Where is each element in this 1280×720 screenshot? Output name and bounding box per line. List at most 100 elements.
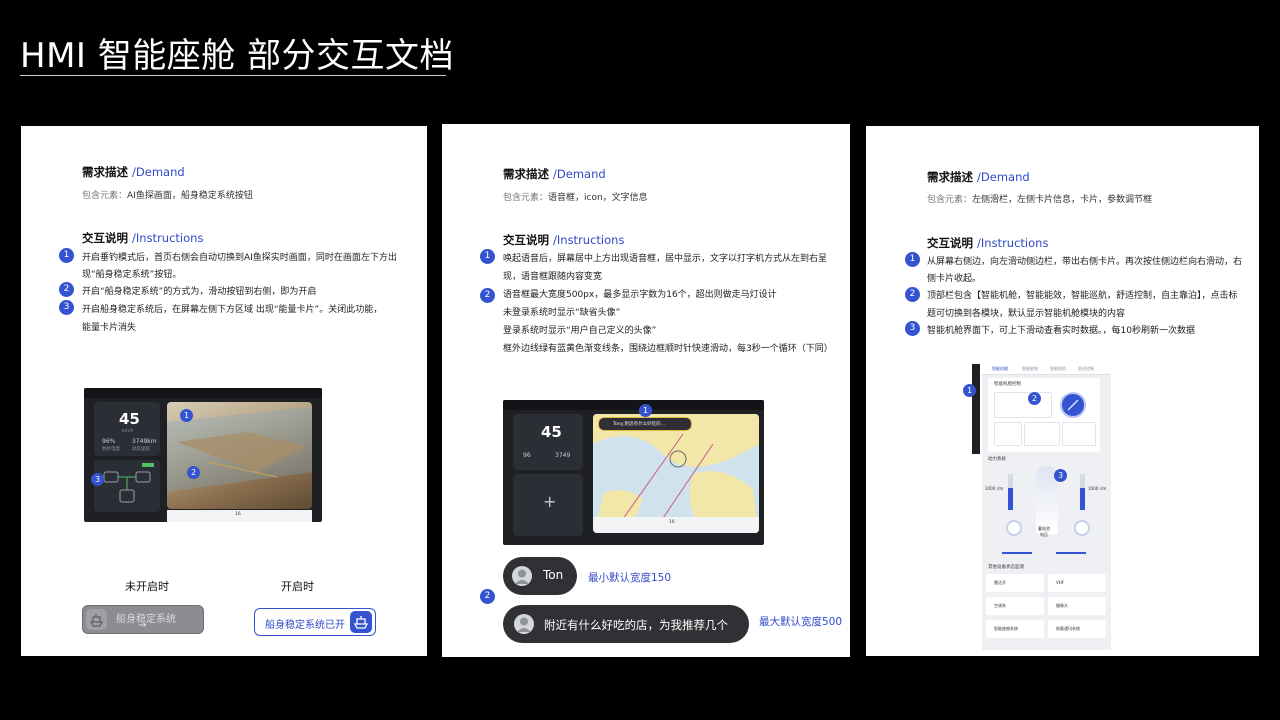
- avatar-icon: [512, 566, 532, 586]
- right-engine-bar: [1080, 474, 1085, 510]
- device-card[interactable]: 雷达开: [986, 574, 1044, 592]
- side-drawer-handle[interactable]: [972, 364, 980, 454]
- caption-off: 未开启时: [125, 580, 169, 593]
- instruction-line: 智能机舱界面下，可上下滑动查看实时数据。，每10秒刷新一次数据: [927, 326, 1195, 336]
- min-width-label: 最小默认宽度150: [588, 572, 672, 584]
- stability-toggle-off[interactable]: 船身稳定系统 →: [82, 605, 204, 634]
- voice-box-max[interactable]: 附近有什么好吃的店，为我推荐几个: [503, 605, 749, 643]
- instruction-line: 开启船身稳定系统后，在屏幕左侧下方区域 出现“能量卡片”。关闭此功能，: [82, 305, 383, 315]
- battery-sub: 电压: [1040, 532, 1048, 537]
- tab-smart-energy[interactable]: 智能能效: [1022, 366, 1038, 372]
- instruction-line: 侧卡片收起。: [927, 274, 982, 284]
- marker-3: 3: [91, 473, 104, 486]
- step-1-badge: 1: [59, 248, 74, 263]
- title-underline: [20, 75, 446, 76]
- elements-line: 包含元素：左侧滑栏，左侧卡片信息，卡片，参数调节框: [927, 195, 1153, 205]
- voice-text: 附近有什么好吃的店，为我推荐几个: [544, 618, 728, 632]
- device-card[interactable]: VHF: [1048, 574, 1106, 592]
- tab-smart-cabin[interactable]: 智能机舱: [992, 366, 1008, 372]
- compass-icon: [1060, 392, 1086, 418]
- elements-line: 包含元素：语音框，icon，文字信息: [503, 193, 648, 203]
- step-3-badge: 3: [59, 300, 74, 315]
- stability-toggle-on[interactable]: 船身稳定系统已开: [254, 608, 376, 636]
- instruction-line: 未登录系统时显示“缺省头像”: [503, 308, 621, 318]
- instruction-line: 从屏幕右侧边，向左滑动侧边栏，带出右侧卡片。再次按住侧边栏向右滑动，右: [927, 257, 1243, 267]
- chart-map-render: [593, 414, 759, 533]
- voice-box-min[interactable]: Ton: [503, 557, 577, 595]
- voice-box-mini: Tony,附近有什么好吃的...: [598, 417, 692, 431]
- device-card[interactable]: 空调系: [986, 597, 1044, 615]
- tab-smart-cruise[interactable]: 智能巡航: [1050, 366, 1066, 372]
- smart-cabin-panel[interactable]: 智能机舱 智能能效 智能巡航 舒适控制 智能机舱控制 2 动力系统 1000 r…: [982, 364, 1111, 650]
- top-tab-bar[interactable]: 智能机舱 智能能效 智能巡航 舒适控制: [982, 364, 1111, 375]
- toggle-label: 船身稳定系统已开: [265, 620, 345, 631]
- voice-text: Ton: [543, 568, 564, 582]
- step-1-badge: 1: [905, 252, 920, 267]
- page-title: HMI 智能座舱 部分交互文档: [20, 36, 455, 76]
- instructions-heading: 交互说明 /Instructions: [82, 231, 204, 245]
- step-2-badge: 2: [59, 282, 74, 297]
- max-width-label: 最大默认宽度500: [759, 616, 843, 628]
- doc-card-smart-cabin: 需求描述 /Demand 包含元素：左侧滑栏，左侧卡片信息，卡片，参数调节框 交…: [866, 126, 1259, 656]
- instruction-line: 开启垂钓模式后，首页右侧会自动切换到AI鱼探实时画面，同时在画面左下方出: [82, 253, 397, 263]
- marker-3: 3: [1054, 469, 1067, 482]
- energy-flow-diagram: [103, 463, 154, 503]
- step-2-badge: 2: [480, 589, 495, 604]
- right-engine-value: 1000 r/m: [1088, 486, 1107, 491]
- instruction-line: 开启“船身稳定系统”的方式为，滑动按钮到右侧，即为开启: [82, 287, 317, 297]
- bottom-dock[interactable]: 16: [593, 517, 759, 533]
- status-bar: [503, 400, 764, 410]
- nav-chart-screen: 45 96 3749 + 16 Tony,附近有什么好吃的... 1: [503, 400, 764, 545]
- device-card[interactable]: 摄像头: [1048, 597, 1106, 615]
- ship-icon: [350, 611, 372, 633]
- marker-2: 2: [1028, 392, 1041, 405]
- tab-comfort[interactable]: 舒适控制: [1078, 366, 1094, 372]
- demand-heading: 需求描述 /Demand: [927, 170, 1030, 184]
- instruction-line: 现，语音框跟随内容变宽: [503, 272, 603, 282]
- step-3-badge: 3: [905, 321, 920, 336]
- arrow-right-icon: →: [138, 620, 147, 631]
- devices-title: 其他设备状态监测: [988, 565, 1024, 570]
- instruction-line: 现“船身稳定系统”按钮。: [82, 270, 182, 280]
- nautical-chart[interactable]: 16: [593, 414, 759, 533]
- add-icon: +: [543, 492, 557, 511]
- step-2-badge: 2: [480, 288, 495, 303]
- speed-gauge: 45 96 3749: [513, 414, 583, 470]
- doc-card-voice-assistant: 需求描述 /Demand 包含元素：语音框，icon，文字信息 交互说明 /In…: [442, 124, 850, 657]
- speed-gauge: 45 km/h 96% 3749km 剩余电量 续航里程: [94, 402, 160, 456]
- ship-icon: [86, 609, 107, 630]
- step-2-badge: 2: [905, 287, 920, 302]
- device-card[interactable]: 船载通讯系统: [1048, 620, 1106, 638]
- instruction-line: 语音框最大宽度500px，最多显示字数为16个，超出则做走马灯设计: [503, 290, 777, 300]
- bottom-dock[interactable]: 16: [167, 510, 312, 522]
- instruction-line: 题可切换到各模块，默认显示智能机舱模块的内容: [927, 309, 1126, 319]
- cabin-card: 智能机舱控制: [988, 378, 1100, 452]
- marker-1: 1: [963, 384, 976, 397]
- step-1-badge: 1: [480, 249, 495, 264]
- left-engine-bar: [1008, 474, 1013, 510]
- device-card[interactable]: 智能座舱系统: [986, 620, 1044, 638]
- marker-2: 2: [187, 466, 200, 479]
- demand-heading: 需求描述 /Demand: [82, 165, 185, 179]
- device-grid: 雷达开 VHF 空调系 摄像头 智能座舱系统 船载通讯系统: [986, 574, 1106, 648]
- power-title: 动力系统: [988, 457, 1006, 462]
- avatar-icon: [514, 614, 534, 634]
- caption-on: 开启时: [281, 580, 314, 593]
- instruction-line: 唤起语音后，屏幕居中上方出现语音框，居中显示，文字以打字机方式从左到右呈: [503, 254, 828, 264]
- elements-line: 包含元素：AI鱼探画面，船身稳定系统按钮: [82, 191, 253, 201]
- marker-1: 1: [180, 409, 193, 422]
- energy-card: [94, 460, 160, 512]
- doc-card-fish-finder: 需求描述 /Demand 包含元素：AI鱼探画面，船身稳定系统按钮 交互说明 /…: [21, 126, 427, 656]
- status-bar: [84, 388, 322, 398]
- empty-card[interactable]: +: [513, 474, 583, 536]
- demand-heading: 需求描述 /Demand: [503, 167, 606, 181]
- instruction-line: 顶部栏包含【智能机舱，智能能效，智能巡航，舒适控制，自主靠泊】，点击标: [927, 291, 1238, 301]
- instructions-heading: 交互说明 /Instructions: [927, 236, 1049, 250]
- marker-1: 1: [639, 404, 652, 417]
- instruction-line: 框外边线绿有蓝黄色渐变线条，围绕边框顺时针快速滑动，每3秒一个循环（下同）: [503, 344, 833, 354]
- left-engine-value: 1000 r/m: [985, 486, 1004, 491]
- instruction-line: 登录系统时显示“用户自己定义的头像”: [503, 326, 657, 336]
- fish-finder-screen: 45 km/h 96% 3749km 剩余电量 续航里程 16 1 2 3: [84, 388, 322, 522]
- instruction-line: 能量卡片消失: [82, 323, 137, 333]
- instructions-heading: 交互说明 /Instructions: [503, 233, 625, 247]
